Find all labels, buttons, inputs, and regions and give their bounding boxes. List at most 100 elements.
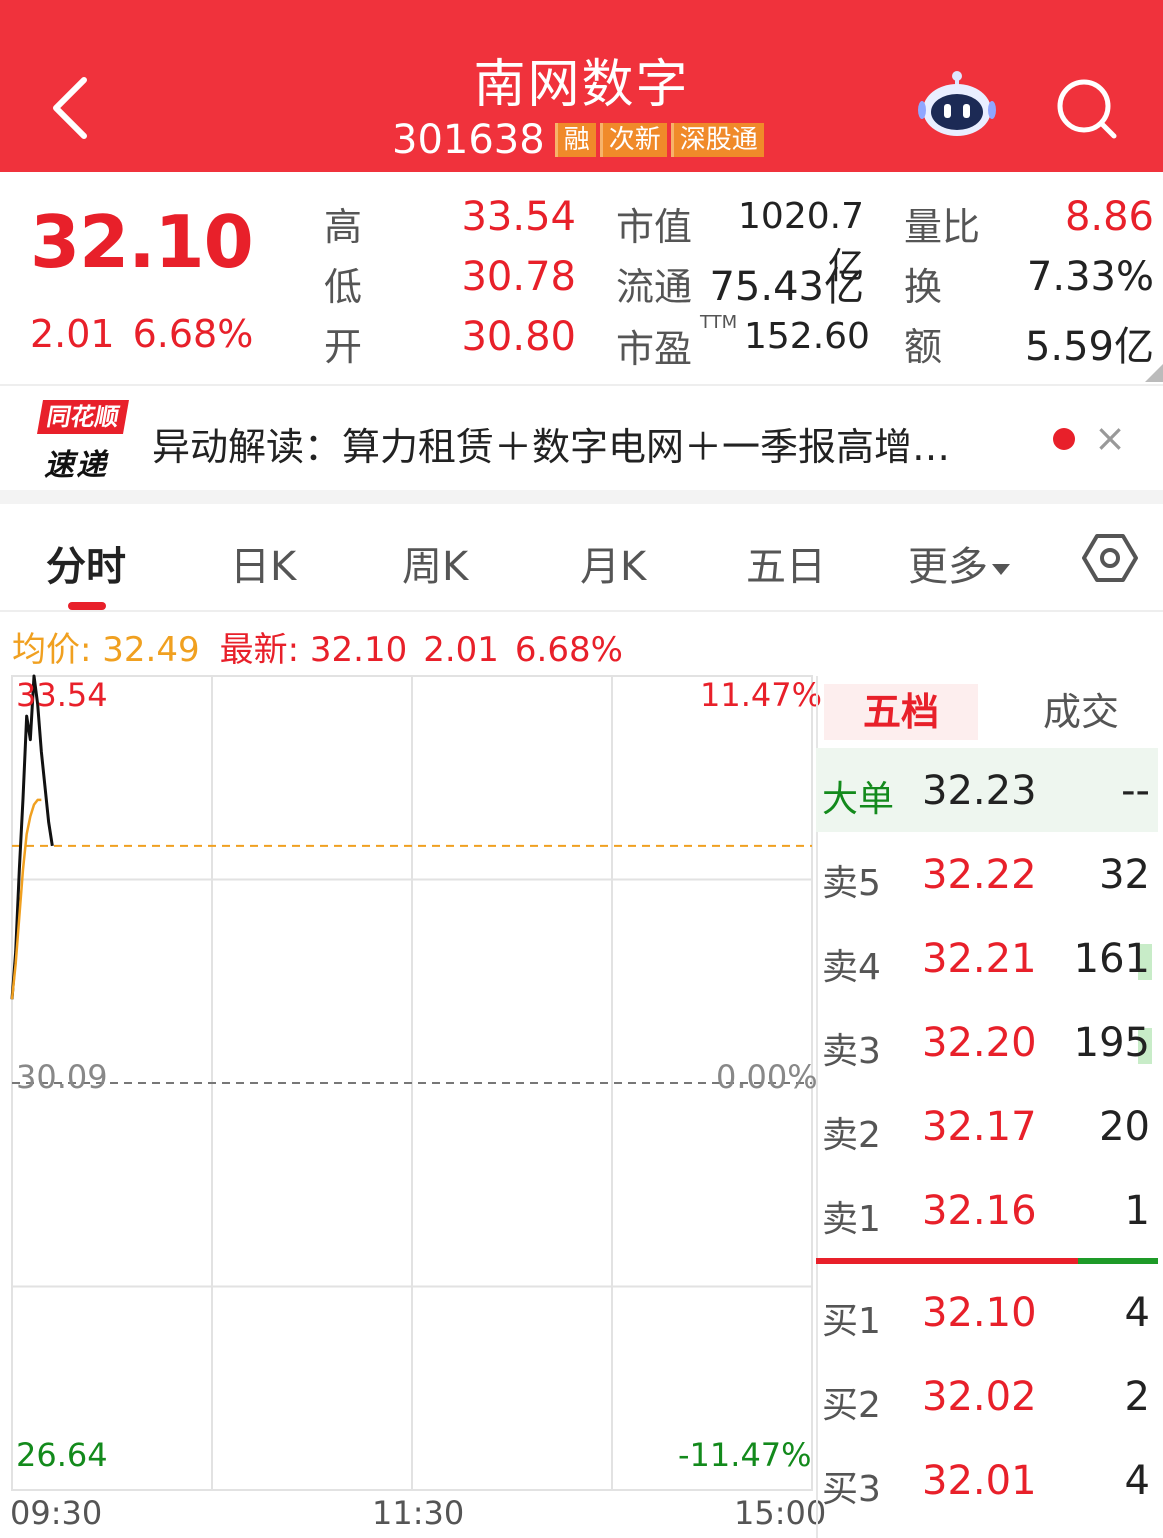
ask-row-4[interactable]: 卖4 32.21 161 bbox=[816, 918, 1158, 1002]
ask-price: 32.20 bbox=[922, 1020, 1037, 1066]
bid-ask-ratio-bar bbox=[816, 1258, 1158, 1264]
turnover-label: 换 bbox=[904, 265, 943, 309]
ask-label: 卖4 bbox=[822, 947, 881, 988]
pct-bottom-label: -11.47% bbox=[678, 1436, 812, 1474]
ask-label: 卖1 bbox=[822, 1199, 881, 1240]
news-bar[interactable]: 同花顺 速递 异动解读：算力租赁＋数字电网＋一季报高增… bbox=[0, 386, 1163, 490]
float-label: 流通 bbox=[616, 265, 693, 309]
pe-value: 152.60 bbox=[744, 316, 870, 357]
big-order-row: 大单 32.23 -- bbox=[816, 748, 1158, 832]
amount-label: 额 bbox=[904, 325, 943, 369]
bid-row-3[interactable]: 买3 32.01 4 bbox=[816, 1440, 1158, 1524]
news-headline[interactable]: 异动解读：算力租赁＋数字电网＋一季报高增… bbox=[152, 416, 950, 471]
ask-vol: 195 bbox=[1073, 1020, 1150, 1066]
pct-top-label: 11.47% bbox=[700, 676, 823, 714]
price-line bbox=[10, 674, 54, 1000]
low-value: 30.78 bbox=[461, 254, 576, 300]
pe-ttm-sup: TTM bbox=[700, 312, 738, 333]
tab-five-day[interactable]: 五日 bbox=[746, 534, 826, 592]
robot-icon bbox=[918, 71, 996, 136]
bid-ratio-segment bbox=[816, 1258, 1078, 1264]
y-bottom-label: 26.64 bbox=[16, 1436, 108, 1474]
x-label-mid: 11:30 bbox=[372, 1494, 465, 1532]
pe-label: 市盈 bbox=[616, 327, 693, 371]
big-order-price: 32.23 bbox=[922, 768, 1037, 814]
amount-value: 5.59亿 bbox=[1024, 324, 1154, 370]
bid-label: 买3 bbox=[822, 1469, 881, 1510]
high-label: 高 bbox=[324, 205, 363, 249]
x-label-start: 09:30 bbox=[10, 1494, 103, 1532]
ask-price: 32.21 bbox=[922, 936, 1037, 982]
tab-five-levels[interactable]: 五档 bbox=[824, 684, 978, 740]
price-change: 2.01 6.68% bbox=[30, 312, 271, 356]
ask-row-5[interactable]: 卖5 32.22 32 bbox=[816, 834, 1158, 918]
tab-monthly-k[interactable]: 月K bbox=[580, 534, 646, 592]
bid-label: 买1 bbox=[822, 1301, 881, 1342]
unread-dot-icon bbox=[1053, 428, 1075, 450]
ask-label: 卖5 bbox=[822, 863, 881, 904]
open-value: 30.80 bbox=[461, 314, 576, 360]
tab-weekly-k[interactable]: 周K bbox=[402, 534, 468, 592]
change-percent: 6.68% bbox=[132, 312, 254, 356]
bid-vol: 2 bbox=[1124, 1374, 1150, 1420]
intraday-chart-svg bbox=[10, 674, 813, 1491]
avg-price-line bbox=[10, 798, 42, 1000]
bid-vol: 4 bbox=[1124, 1458, 1150, 1504]
ask-ratio-segment bbox=[1078, 1258, 1158, 1264]
close-icon[interactable]: × bbox=[1092, 418, 1128, 458]
section-gap bbox=[0, 490, 1163, 504]
ask-row-1[interactable]: 卖1 32.16 1 bbox=[816, 1170, 1158, 1254]
settings-hexagon-icon bbox=[1082, 534, 1138, 582]
low-label: 低 bbox=[324, 265, 363, 309]
intraday-chart[interactable]: 33.54 11.47% 30.09 0.00% 26.64 -11.47% 0… bbox=[0, 660, 826, 1538]
ask-vol: 20 bbox=[1099, 1104, 1150, 1150]
tag-shenzhen-connect: 深股通 bbox=[670, 123, 764, 157]
expand-corner-icon[interactable] bbox=[1145, 364, 1163, 382]
ask-price: 32.17 bbox=[922, 1104, 1037, 1150]
search-button[interactable] bbox=[1052, 74, 1120, 142]
bid-vol: 4 bbox=[1124, 1290, 1150, 1336]
ask-row-2[interactable]: 卖2 32.17 20 bbox=[816, 1086, 1158, 1170]
last-price: 32.10 bbox=[30, 200, 254, 284]
bid-row-2[interactable]: 买2 32.02 2 bbox=[816, 1356, 1158, 1440]
app-header: 南网数字 301638 融 次新 深股通 bbox=[0, 0, 1163, 172]
x-label-end: 15:00 bbox=[734, 1494, 827, 1532]
stock-subtitle: 301638 融 次新 深股通 bbox=[392, 117, 764, 163]
chart-settings-button[interactable] bbox=[1082, 530, 1138, 586]
tab-daily-k[interactable]: 日K bbox=[230, 534, 296, 592]
y-mid-label: 30.09 bbox=[16, 1058, 108, 1096]
ask-row-3[interactable]: 卖3 32.20 195 bbox=[816, 1002, 1158, 1086]
news-logo-top: 同花顺 bbox=[37, 400, 129, 434]
vol-ratio-label: 量比 bbox=[904, 205, 981, 249]
float-value: 75.43亿 bbox=[709, 264, 864, 310]
ask-label: 卖2 bbox=[822, 1115, 881, 1156]
bid-row-1[interactable]: 买1 32.10 4 bbox=[816, 1272, 1158, 1356]
tab-intraday[interactable]: 分时 bbox=[46, 534, 126, 592]
y-top-label: 33.54 bbox=[16, 676, 108, 714]
news-logo: 同花顺 速递 bbox=[36, 400, 129, 483]
divider bbox=[0, 610, 1163, 612]
tab-trades[interactable]: 成交 bbox=[1006, 684, 1156, 740]
bid-price: 32.01 bbox=[922, 1458, 1037, 1504]
tab-five-day-label: 五日 bbox=[746, 544, 826, 590]
ask-label: 卖3 bbox=[822, 1031, 881, 1072]
assistant-robot-button[interactable] bbox=[918, 70, 996, 140]
open-label: 开 bbox=[324, 325, 363, 369]
big-order-vol: -- bbox=[1121, 768, 1150, 814]
big-order-label: 大单 bbox=[822, 779, 895, 820]
chart-tabs: 分时 日K 周K 月K 五日 更多 bbox=[0, 504, 1163, 610]
caret-down-icon bbox=[992, 563, 1010, 575]
pct-mid-label: 0.00% bbox=[716, 1058, 818, 1096]
tag-margin: 融 bbox=[554, 123, 596, 157]
tab-more[interactable]: 更多 bbox=[908, 534, 1010, 592]
high-value: 33.54 bbox=[461, 194, 576, 240]
bid-price: 32.10 bbox=[922, 1290, 1037, 1336]
ask-vol: 1 bbox=[1124, 1188, 1150, 1234]
turnover-value: 7.33% bbox=[1026, 254, 1154, 300]
change-amount: 2.01 bbox=[30, 312, 115, 356]
stock-code: 301638 bbox=[392, 117, 545, 163]
news-logo-bottom: 速递 bbox=[44, 448, 108, 483]
active-tab-indicator bbox=[68, 602, 106, 610]
mktcap-label: 市值 bbox=[616, 205, 693, 249]
search-icon bbox=[1057, 79, 1117, 139]
